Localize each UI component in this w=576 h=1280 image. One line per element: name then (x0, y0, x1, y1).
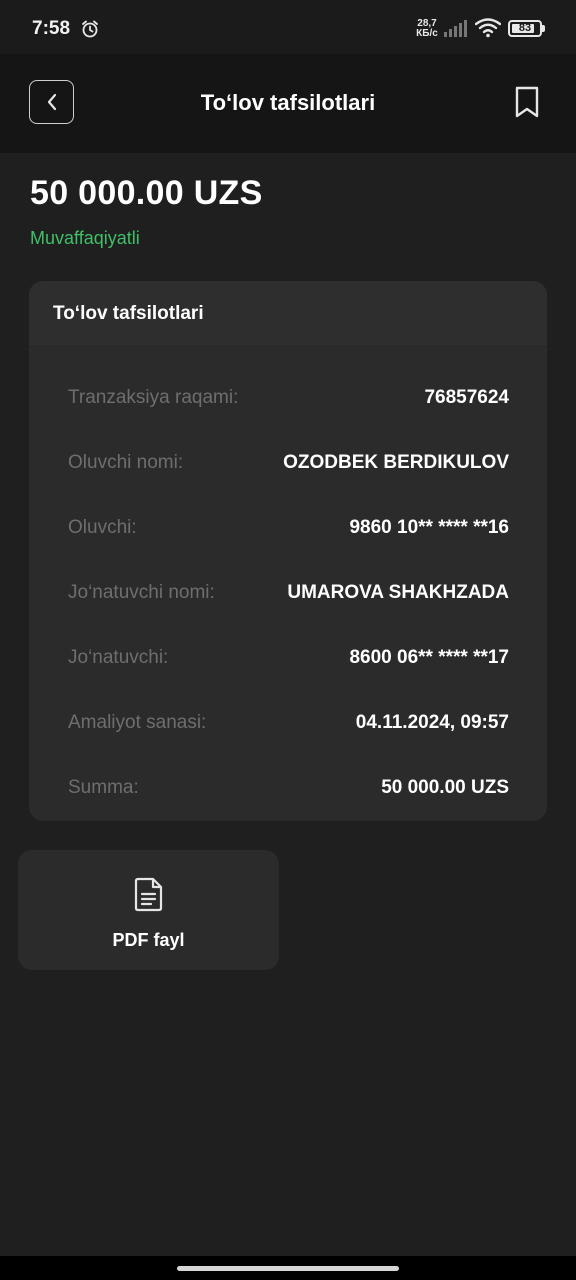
detail-row-sender-name: Jo‘natuvchi nomi: UMAROVA SHAKHZADA (68, 578, 509, 608)
detail-value: 8600 06** **** **17 (349, 647, 509, 668)
detail-value: 04.11.2024, 09:57 (355, 712, 509, 733)
detail-label: Oluvchi nomi: (68, 452, 184, 473)
detail-label: Summa: (68, 777, 139, 798)
detail-label: Jo‘natuvchi nomi: (68, 582, 215, 603)
document-icon (134, 877, 163, 912)
detail-row-recipient-name: Oluvchi nomi: OZODBEK BERDIKULOV (68, 448, 509, 478)
battery-cap (542, 25, 545, 32)
payment-status: Muvaffaqiyatli (30, 228, 140, 248)
bookmark-button[interactable] (513, 85, 541, 119)
detail-row-transaction: Tranzaksiya raqami: 76857624 (68, 383, 509, 413)
detail-label: Jo‘natuvchi: (68, 647, 169, 668)
card-title: To‘lov tafsilotlari (29, 281, 547, 347)
battery-percent: 83 (518, 22, 532, 34)
detail-label: Tranzaksiya raqami: (68, 387, 239, 408)
system-nav-bar (0, 1256, 576, 1280)
wifi-icon (475, 18, 501, 38)
battery-indicator: 83 (508, 20, 542, 37)
detail-row-recipient-card: Oluvchi: 9860 10** **** **16 (68, 513, 509, 543)
detail-value: UMAROVA SHAKHZADA (287, 582, 509, 603)
detail-value: 50 000.00 UZS (381, 777, 509, 798)
detail-row-date: Amaliyot sanasi: 04.11.2024, 09:57 (68, 708, 509, 738)
details-card: To‘lov tafsilotlari Tranzaksiya raqami: … (29, 281, 547, 821)
detail-value: OZODBEK BERDIKULOV (283, 452, 509, 473)
bookmark-icon (515, 86, 539, 118)
pdf-file-label: PDF fayl (112, 930, 185, 950)
app-header: To‘lov tafsilotlari (0, 54, 576, 153)
detail-label: Amaliyot sanasi: (68, 712, 207, 733)
home-indicator[interactable] (177, 1266, 399, 1271)
status-bar: 7:58 28,7 КБ/с 83 (0, 0, 576, 54)
network-speed-unit: КБ/с (416, 28, 438, 39)
page-title: To‘lov tafsilotlari (200, 90, 376, 115)
signal-icon (444, 20, 467, 37)
network-speed: 28,7 КБ/с (414, 19, 440, 39)
detail-label: Oluvchi: (68, 517, 137, 538)
detail-value: 9860 10** **** **16 (349, 517, 509, 538)
detail-value: 76857624 (424, 387, 509, 408)
pdf-file-button[interactable]: PDF fayl (18, 850, 279, 970)
detail-row-sender-card: Jo‘natuvchi: 8600 06** **** **17 (68, 643, 509, 673)
status-time: 7:58 (32, 18, 71, 39)
detail-row-sum: Summa: 50 000.00 UZS (68, 773, 509, 803)
alarm-icon (82, 20, 98, 38)
payment-amount: 50 000.00 UZS (30, 174, 263, 212)
